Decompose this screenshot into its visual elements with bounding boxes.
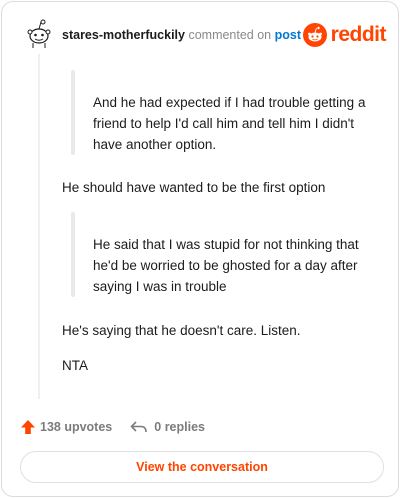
thread-line [38,54,40,399]
replies-count: 0 replies [154,420,205,434]
reddit-snoo-icon [302,23,327,47]
paragraph: NTA [62,358,88,373]
reddit-wordmark: reddit [330,23,387,46]
username[interactable]: stares-motherfuckily [62,28,185,42]
post-link[interactable]: post [275,28,301,42]
replies-button[interactable]: 0 replies [130,420,205,434]
upvote-button[interactable]: 138 upvotes [20,419,112,435]
upvote-arrow-icon [21,420,35,434]
upvote-count: 138 upvotes [40,420,113,434]
snoo-avatar-icon [27,19,51,48]
quote-text: And he had expected if I had trouble get… [93,95,366,152]
reddit-logo[interactable]: reddit [302,22,387,48]
quote-text: He said that I was stupid for not thinki… [93,237,359,294]
comment-body: And he had expected if I had trouble get… [62,70,382,376]
reply-arrow-icon [130,421,148,433]
paragraph: He's saying that he doesn't care. Listen… [62,323,301,338]
comment-actions: 138 upvotes 0 replies [20,417,205,437]
blockquote: And he had expected if I had trouble get… [71,70,382,155]
comment-header: stares-motherfuckily commented on post r… [2,2,400,62]
blockquote: He said that I was stupid for not thinki… [71,212,382,297]
avatar[interactable] [22,16,56,50]
view-conversation-button[interactable]: View the conversation [20,451,384,483]
commented-on-text: commented on [188,28,272,42]
paragraph: He should have wanted to be the first op… [62,180,326,195]
view-conversation-label: View the conversation [136,460,268,474]
comment-card: stares-motherfuckily commented on post r… [1,1,399,497]
comment-byline: stares-motherfuckily commented on post [62,28,301,42]
